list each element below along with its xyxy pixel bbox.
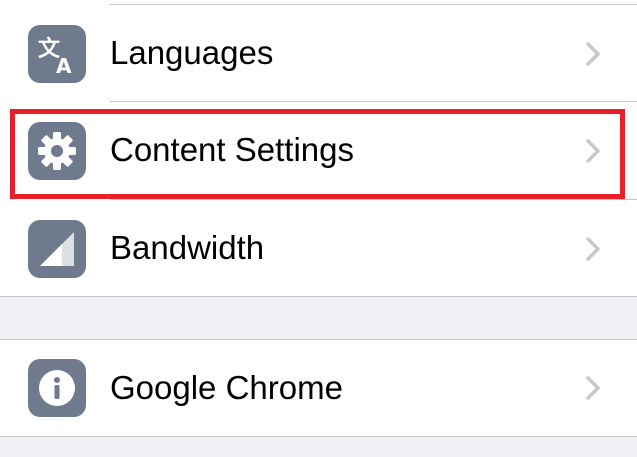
languages-row[interactable]: 文 A Languages [0,5,637,103]
settings-group-bottom: Google Chrome [0,339,637,437]
content-settings-row[interactable]: Content Settings [0,102,637,200]
chevron-right-icon [586,376,600,400]
chevron-right-icon [586,139,600,163]
bandwidth-label: Bandwidth [110,229,265,266]
languages-label: Languages [110,34,274,71]
translate-icon: 文 A [28,25,86,83]
gear-icon [28,122,86,180]
info-icon [28,359,86,417]
bandwidth-row[interactable]: Bandwidth [0,200,637,298]
settings-group-top: 文 A Languages Content Settings Bandwidth [0,0,637,297]
chevron-right-icon [586,42,600,66]
chevron-right-icon [586,237,600,261]
svg-text:A: A [56,54,72,76]
signal-icon [28,220,86,278]
google-chrome-label: Google Chrome [110,369,343,406]
content-settings-label: Content Settings [110,131,354,168]
google-chrome-row[interactable]: Google Chrome [0,340,637,438]
